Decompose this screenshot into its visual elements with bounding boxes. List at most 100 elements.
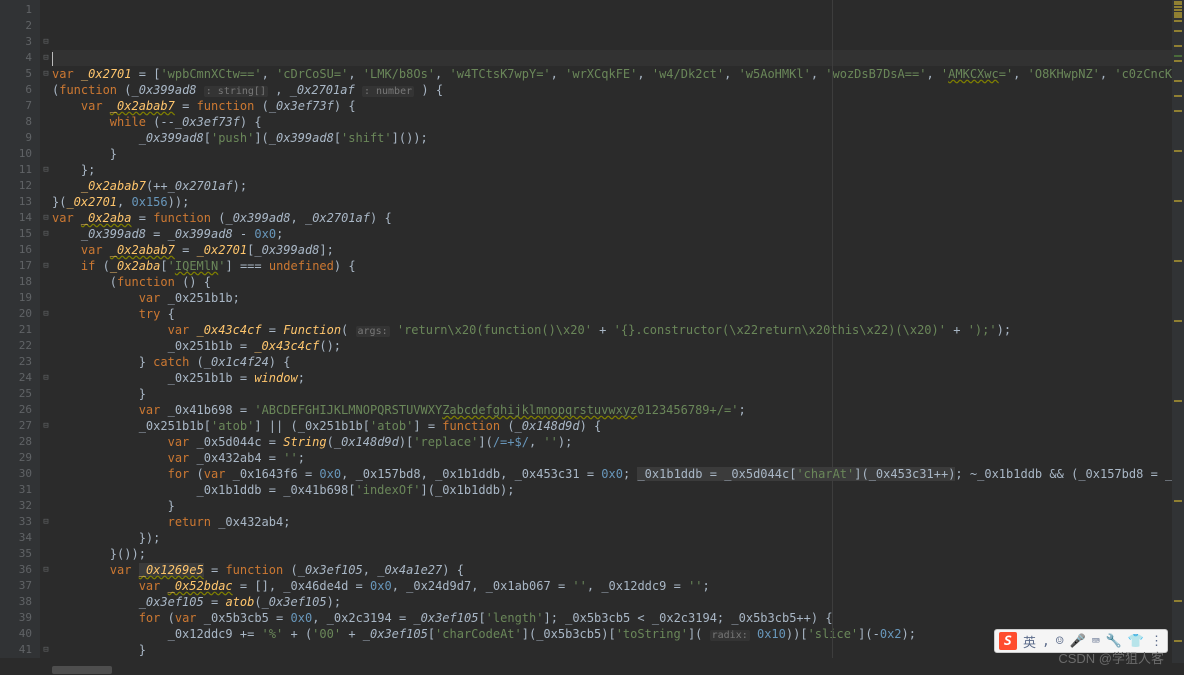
code-line[interactable]: _0x3ef105 = atob(_0x3ef105); [52,594,1184,610]
scrollbar-marker[interactable] [1174,6,1182,8]
code-line[interactable]: var _0x1269e5 = function (_0x3ef105, _0x… [52,562,1184,578]
code-line[interactable] [52,50,1184,66]
scrollbar-marker[interactable] [1174,45,1182,47]
scrollbar-marker[interactable] [1174,95,1182,97]
code-line[interactable]: } [52,386,1184,402]
ime-tools-icon[interactable]: 🔧 [1106,634,1122,649]
fold-toggle[interactable]: ⊟ [40,226,52,242]
code-line[interactable]: _0x2abab7(++_0x2701af); [52,178,1184,194]
code-line[interactable]: } [52,498,1184,514]
fold-toggle[interactable]: ⊟ [40,34,52,50]
code-line[interactable]: for (var _0x5b3cb5 = 0x0, _0x2c3194 = _0… [52,610,1184,626]
scrollbar-marker[interactable] [1174,500,1182,502]
fold-toggle [40,98,52,114]
fold-toggle[interactable]: ⊟ [40,418,52,434]
code-line[interactable]: }()); [52,546,1184,562]
fold-toggle[interactable]: ⊟ [40,258,52,274]
fold-toggle [40,498,52,514]
code-line[interactable]: var _0x2aba = function (_0x399ad8, _0x27… [52,210,1184,226]
code-line[interactable]: _0x399ad8 = _0x399ad8 - 0x0; [52,226,1184,242]
fold-toggle[interactable]: ⊟ [40,162,52,178]
code-line[interactable]: var _0x2abab7 = function (_0x3ef73f) { [52,98,1184,114]
scrollbar-marker[interactable] [1174,150,1182,152]
line-number: 40 [0,626,40,642]
fold-toggle[interactable]: ⊟ [40,50,52,66]
line-number: 37 [0,578,40,594]
horizontal-scrollbar[interactable] [52,665,1168,675]
scrollbar-marker[interactable] [1174,3,1182,5]
code-line[interactable]: }(_0x2701, 0x156)); [52,194,1184,210]
ime-skin-icon[interactable]: 👕 [1128,634,1144,649]
code-line[interactable]: var _0x251b1b; [52,290,1184,306]
vertical-scrollbar[interactable] [1172,0,1184,663]
code-line[interactable]: if (_0x2aba['IQEMlN'] === undefined) { [52,258,1184,274]
line-number: 31 [0,482,40,498]
fold-toggle [40,594,52,610]
scrollbar-marker[interactable] [1174,16,1182,18]
code-line[interactable]: try { [52,306,1184,322]
fold-toggle[interactable]: ⊟ [40,370,52,386]
scrollbar-marker[interactable] [1174,55,1182,57]
code-line[interactable]: var _0x41b698 = 'ABCDEFGHIJKLMNOPQRSTUVW… [52,402,1184,418]
line-number: 7 [0,98,40,114]
code-line[interactable]: while (--_0x3ef73f) { [52,114,1184,130]
code-line[interactable]: var _0x432ab4 = ''; [52,450,1184,466]
horizontal-scroll-thumb[interactable] [52,666,112,674]
scrollbar-marker[interactable] [1174,260,1182,262]
scrollbar-marker[interactable] [1174,60,1182,62]
code-line[interactable]: var _0x43c4cf = Function( args: 'return\… [52,322,1184,338]
fold-toggle [40,546,52,562]
code-line[interactable]: var _0x2701 = ['wpbCmnXCtw==', 'cDrCoSU=… [52,66,1184,82]
code-line[interactable]: }); [52,530,1184,546]
scrollbar-marker[interactable] [1174,20,1182,22]
code-line[interactable]: _0x399ad8['push'](_0x399ad8['shift']()); [52,130,1184,146]
ime-mic-icon[interactable]: 🎤 [1070,634,1086,649]
line-number: 30 [0,466,40,482]
fold-column[interactable]: ⊟⊟⊟⊟⊟⊟⊟⊟⊟⊟⊟⊟⊟ [40,0,52,658]
fold-toggle[interactable]: ⊟ [40,306,52,322]
code-line[interactable]: var _0x52bdac = [], _0x46de4d = 0x0, _0x… [52,578,1184,594]
code-editor[interactable]: 1234567891011121314151617181920212223242… [0,0,1184,658]
code-line[interactable]: _0x251b1b = _0x43c4cf(); [52,338,1184,354]
fold-toggle[interactable]: ⊟ [40,66,52,82]
code-line[interactable]: }; [52,162,1184,178]
scrollbar-marker[interactable] [1174,80,1182,82]
line-number: 35 [0,546,40,562]
line-number: 39 [0,610,40,626]
scrollbar-marker[interactable] [1174,320,1182,322]
code-line[interactable]: (function () { [52,274,1184,290]
fold-toggle [40,578,52,594]
scrollbar-marker[interactable] [1174,400,1182,402]
line-number: 9 [0,130,40,146]
scrollbar-marker[interactable] [1174,110,1182,112]
scrollbar-marker[interactable] [1174,30,1182,32]
ime-more-icon[interactable]: ⋮ [1150,634,1163,649]
code-line[interactable]: var _0x5d044c = String(_0x148d9d)['repla… [52,434,1184,450]
code-line[interactable]: var _0x2abab7 = _0x2701[_0x399ad8]; [52,242,1184,258]
fold-toggle[interactable]: ⊟ [40,562,52,578]
scrollbar-marker[interactable] [1174,9,1182,11]
line-number: 36 [0,562,40,578]
code-line[interactable]: } [52,146,1184,162]
ime-lang-label[interactable]: 英 [1023,632,1036,651]
scrollbar-marker[interactable] [1174,200,1182,202]
code-line[interactable]: } catch (_0x1c4f24) { [52,354,1184,370]
code-line[interactable]: _0x251b1b['atob'] || (_0x251b1b['atob'] … [52,418,1184,434]
line-number: 20 [0,306,40,322]
ime-emoji-icon[interactable]: ☺ [1056,634,1064,649]
scrollbar-marker[interactable] [1174,640,1182,642]
code-line[interactable]: for (var _0x1643f6 = 0x0, _0x157bd8, _0x… [52,466,1184,482]
line-number: 12 [0,178,40,194]
line-number: 21 [0,322,40,338]
fold-toggle[interactable]: ⊟ [40,210,52,226]
code-line[interactable]: (function (_0x399ad8 : string[] , _0x270… [52,82,1184,98]
fold-toggle[interactable]: ⊟ [40,514,52,530]
line-number: 14 [0,210,40,226]
fold-toggle[interactable]: ⊟ [40,642,52,658]
code-line[interactable]: _0x251b1b = window; [52,370,1184,386]
scrollbar-marker[interactable] [1174,600,1182,602]
code-line[interactable]: _0x1b1ddb = _0x41b698['indexOf'](_0x1b1d… [52,482,1184,498]
code-line[interactable]: return _0x432ab4; [52,514,1184,530]
ime-keyboard-icon[interactable]: ⌨ [1092,634,1100,649]
code-area[interactable]: var _0x2701 = ['wpbCmnXCtw==', 'cDrCoSU=… [52,0,1184,658]
